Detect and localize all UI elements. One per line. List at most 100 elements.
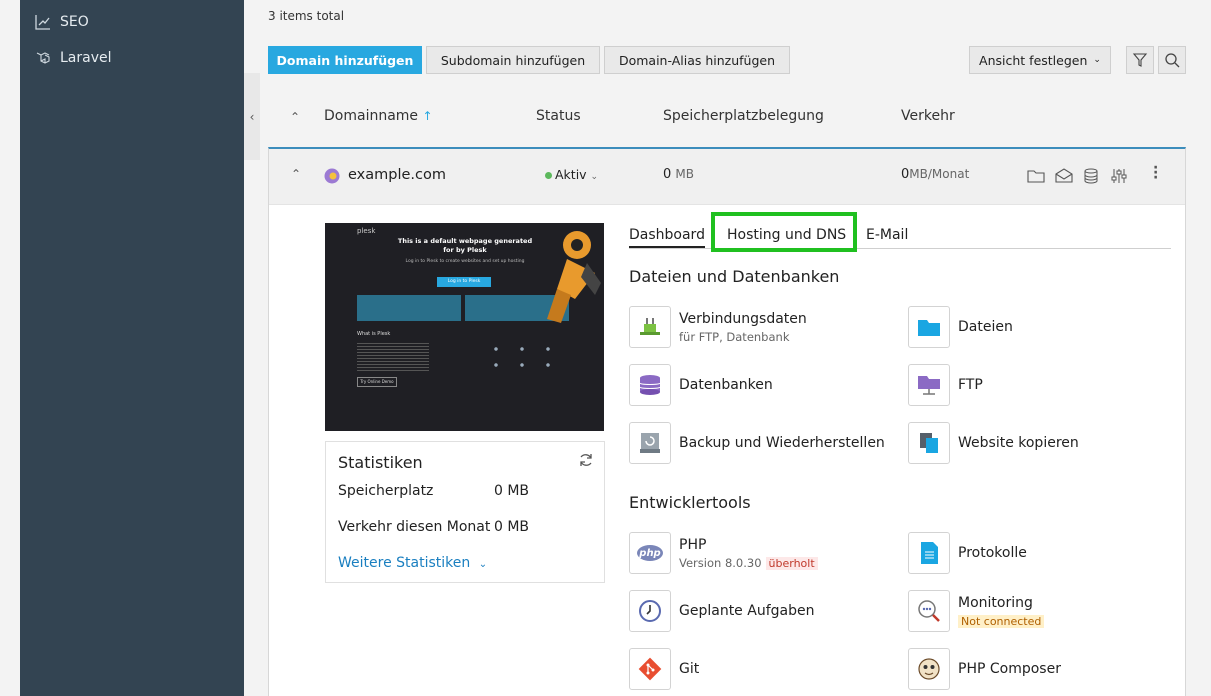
- filter-icon: [1132, 53, 1148, 67]
- database-icon[interactable]: [1083, 168, 1099, 188]
- left-gutter: [0, 0, 20, 696]
- tool-backup-restore[interactable]: Backup und Wiederherstellen: [629, 422, 885, 464]
- add-domain-button[interactable]: Domain hinzufügen: [268, 46, 422, 74]
- set-view-label: Ansicht festlegen: [979, 52, 1088, 68]
- main-content: 3 items total Domain hinzufügen Subdomai…: [260, 0, 1211, 696]
- tool-label: PHP Composer: [958, 661, 1061, 677]
- folder-icon: [908, 306, 950, 348]
- column-domain-label: Domainname: [324, 108, 419, 124]
- column-storage[interactable]: Speicherplatzbelegung: [663, 108, 824, 124]
- logs-document-icon: [908, 532, 950, 574]
- website-preview-thumbnail[interactable]: plesk This is a default webpage generate…: [325, 223, 604, 431]
- monitoring-icon: [908, 590, 950, 632]
- add-subdomain-button[interactable]: Subdomain hinzufügen: [426, 46, 600, 74]
- refresh-icon[interactable]: [578, 452, 594, 472]
- collapse-row-icon[interactable]: ⌃: [291, 167, 301, 181]
- tool-connection-info[interactable]: Verbindungsdaten für FTP, Datenbank: [629, 306, 807, 348]
- tool-php-composer[interactable]: PHP Composer: [908, 648, 1061, 690]
- collapse-all-icon[interactable]: ⌃: [290, 110, 300, 124]
- clock-icon: [629, 590, 671, 632]
- search-button[interactable]: [1158, 46, 1186, 74]
- section-developer-tools: Entwicklertools: [629, 493, 751, 512]
- chevron-down-icon: ⌄: [590, 172, 599, 182]
- sort-up-icon: ↑: [422, 109, 433, 123]
- tool-databases[interactable]: Datenbanken: [629, 364, 773, 406]
- more-vertical-icon[interactable]: · · ·: [1153, 161, 1158, 185]
- set-view-button[interactable]: Ansicht festlegen ⌄: [969, 46, 1111, 74]
- tool-label: PHP: [679, 536, 707, 553]
- storage-unit: MB: [675, 167, 695, 181]
- tool-label: Geplante Aufgaben: [679, 603, 815, 619]
- sidebar-item-label: Laravel: [60, 50, 112, 66]
- tool-subtitle: Version 8.0.30 überholt: [679, 556, 818, 570]
- traffic-usage: 0MB/Monat: [901, 167, 969, 182]
- more-statistics-label: Weitere Statistiken: [338, 555, 471, 571]
- column-traffic[interactable]: Verkehr: [901, 108, 955, 124]
- sidebar-item-label: SEO: [60, 14, 89, 30]
- tool-files[interactable]: Dateien: [908, 306, 1013, 348]
- tab-email[interactable]: E-Mail: [866, 227, 908, 243]
- search-icon: [1165, 53, 1180, 68]
- sidebar-item-laravel[interactable]: Laravel: [34, 44, 112, 72]
- table-header: ⌃ Domainname ↑ Status Speicherplatzbeleg…: [260, 104, 1186, 132]
- highlight-box: [711, 212, 857, 252]
- php-version: Version 8.0.30: [679, 555, 762, 570]
- tool-subtitle: für FTP, Datenbank: [679, 329, 790, 344]
- stat-traffic-label: Verkehr diesen Monat: [338, 519, 491, 535]
- preview-what-is: What is Plesk: [357, 331, 391, 337]
- tool-label: Protokolle: [958, 545, 1027, 561]
- domain-row[interactable]: ⌃ example.com Aktiv ⌄ 0 MB 0MB/Monat · ·…: [269, 149, 1185, 205]
- sidebar-collapse-handle[interactable]: ‹: [244, 73, 260, 160]
- seo-chart-icon: [34, 13, 52, 31]
- tool-label: Verbindungsdaten: [679, 310, 807, 327]
- status-dot: [545, 172, 552, 179]
- mail-icon[interactable]: [1055, 168, 1073, 188]
- outdated-badge: überholt: [765, 556, 818, 570]
- column-status[interactable]: Status: [536, 108, 581, 124]
- traffic-unit: MB/Monat: [909, 167, 970, 181]
- folder-icon[interactable]: [1027, 168, 1045, 188]
- chevron-left-icon: ‹: [249, 109, 255, 124]
- composer-icon: [908, 648, 950, 690]
- not-connected-badge: Not connected: [958, 614, 1045, 628]
- filter-button[interactable]: [1126, 46, 1154, 74]
- tool-label: Monitoring: [958, 594, 1033, 611]
- stat-traffic-value: 0 MB: [494, 519, 530, 535]
- backup-drive-icon: [629, 422, 671, 464]
- settings-sliders-icon[interactable]: [1111, 168, 1127, 188]
- laravel-icon: [34, 49, 52, 67]
- status-label: Aktiv: [555, 167, 587, 182]
- tool-php[interactable]: php PHP Version 8.0.30 überholt: [629, 532, 818, 574]
- stat-storage-value: 0 MB: [494, 483, 530, 499]
- plug-icon: [629, 306, 671, 348]
- php-icon-text: php: [639, 547, 661, 559]
- add-domain-alias-button[interactable]: Domain-Alias hinzufügen: [604, 46, 790, 74]
- items-total: 3 items total: [268, 9, 345, 23]
- column-domain-name[interactable]: Domainname ↑: [324, 108, 433, 124]
- tool-ftp[interactable]: FTP: [908, 364, 983, 406]
- copy-website-icon: [908, 422, 950, 464]
- more-statistics-link[interactable]: Weitere Statistiken ⌄: [338, 555, 487, 571]
- tool-copy-website[interactable]: Website kopieren: [908, 422, 1079, 464]
- domain-favicon-icon: [324, 168, 340, 188]
- storage-usage: 0 MB: [663, 167, 694, 182]
- preview-subline: Log in to Plesk to create websites and s…: [405, 259, 525, 264]
- tool-scheduled-tasks[interactable]: Geplante Aufgaben: [629, 590, 814, 632]
- tool-monitoring[interactable]: Monitoring Not connected: [908, 590, 1045, 632]
- preview-text-block: [357, 341, 429, 371]
- domain-name[interactable]: example.com: [348, 167, 446, 183]
- tool-label: Dateien: [958, 319, 1013, 335]
- preview-robot-illustration: [547, 231, 601, 323]
- sidebar: SEO Laravel: [20, 0, 244, 696]
- tool-label: Backup und Wiederherstellen: [679, 435, 885, 451]
- status-badge[interactable]: Aktiv ⌄: [545, 167, 598, 182]
- tool-logs[interactable]: Protokolle: [908, 532, 1027, 574]
- tab-dashboard[interactable]: Dashboard: [629, 227, 705, 248]
- chevron-down-icon: ⌄: [478, 559, 488, 570]
- statistics-panel: Statistiken Speicherplatz 0 MB Verkehr d…: [325, 441, 605, 583]
- preview-card-left: [357, 295, 461, 321]
- tool-label: FTP: [958, 377, 983, 393]
- sidebar-item-seo[interactable]: SEO: [34, 8, 89, 36]
- statistics-title: Statistiken: [338, 453, 423, 472]
- tool-git[interactable]: Git: [629, 648, 699, 690]
